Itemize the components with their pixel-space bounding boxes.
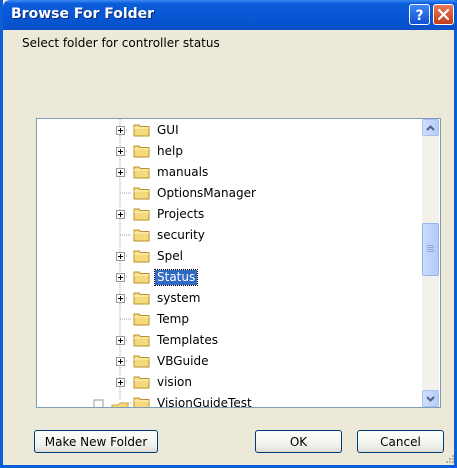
tree-item-label: VBGuide [157, 354, 209, 368]
tree-item-label: VisionGuideTest [157, 396, 252, 408]
instruction-text: Select folder for controller status [22, 36, 220, 50]
folder-icon [133, 271, 150, 284]
folder-icon [133, 292, 150, 305]
scroll-down-button[interactable] [422, 390, 439, 407]
cancel-label: Cancel [380, 434, 421, 449]
tree-lines [93, 119, 132, 407]
expand-icon[interactable] [116, 168, 125, 177]
expand-icon[interactable] [116, 252, 125, 261]
resize-grip-icon[interactable] [443, 452, 455, 464]
folder-icon [133, 355, 150, 368]
svg-text:?: ? [415, 8, 423, 22]
make-new-folder-button[interactable]: Make New Folder [34, 430, 158, 453]
scroll-up-arrow-icon [426, 124, 435, 131]
folder-icon [133, 229, 150, 242]
folder-icon [133, 124, 150, 137]
expand-icon[interactable] [116, 378, 125, 387]
scroll-down-arrow-icon [426, 395, 435, 402]
tree-item-label: vision [157, 375, 192, 389]
folder-tree[interactable]: GUI help manuals OptionsManager Projects… [36, 118, 441, 408]
tree-item-label: Temp [157, 312, 189, 326]
tree-item-label: Templates [157, 333, 219, 347]
folder-icon [133, 334, 150, 347]
tree-item-label: manuals [157, 165, 209, 179]
vertical-scrollbar[interactable] [422, 119, 439, 407]
tree-item-label: system [157, 291, 201, 305]
ok-label: OK [289, 434, 308, 449]
folder-icon [133, 187, 150, 200]
make-new-folder-label: Make New Folder [44, 434, 148, 449]
expand-icon[interactable] [116, 357, 125, 366]
help-button[interactable]: ? [409, 4, 430, 25]
tree-item-label: OptionsManager [157, 186, 256, 200]
browse-for-folder-dialog: Browse For Folder ? Select folder for co… [0, 0, 457, 468]
scroll-up-button[interactable] [422, 119, 439, 136]
ok-button[interactable]: OK [255, 430, 342, 453]
dialog-title: Browse For Folder [11, 6, 155, 22]
tree-item-label: GUI [157, 123, 179, 137]
cancel-button[interactable]: Cancel [357, 430, 444, 453]
close-icon [437, 8, 450, 21]
help-icon: ? [415, 8, 423, 22]
scroll-thumb[interactable] [422, 223, 439, 276]
tree-item-label: Status [153, 269, 199, 286]
expand-icon[interactable] [116, 294, 125, 303]
tree-item-label: Projects [157, 207, 205, 221]
folder-icon [133, 250, 150, 263]
folder-icon [133, 166, 150, 179]
folder-icon [133, 397, 150, 407]
tree-item-label: help [157, 144, 183, 158]
tree-item-label: security [157, 228, 205, 242]
folder-icon [133, 376, 150, 389]
expand-icon[interactable] [116, 147, 125, 156]
expand-icon[interactable] [116, 210, 125, 219]
close-button[interactable] [433, 4, 454, 25]
expand-icon[interactable] [116, 126, 125, 135]
expand-icon[interactable] [116, 336, 125, 345]
tree-item-label: Spel [157, 249, 183, 263]
title-bar: Browse For Folder ? [3, 0, 457, 30]
folder-icon [133, 145, 150, 158]
folder-icon [133, 313, 150, 326]
folder-icon [133, 208, 150, 221]
expand-icon[interactable] [116, 273, 125, 282]
